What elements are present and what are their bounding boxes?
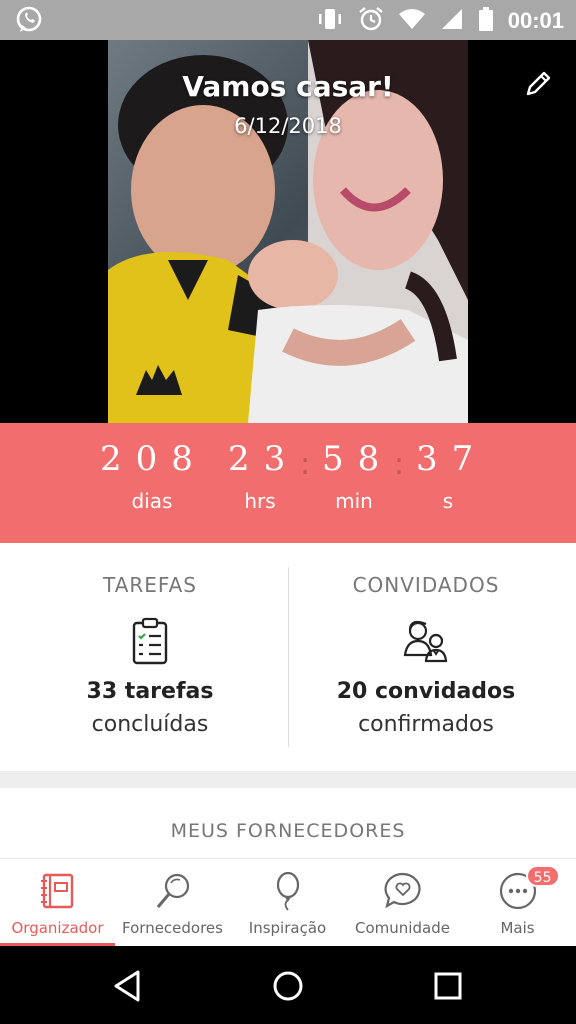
guests-title: CONVIDADOS [352, 573, 500, 597]
tasks-status: concluídas [91, 712, 209, 737]
vibrate-icon [316, 6, 344, 36]
battery-icon [478, 6, 494, 36]
tasks-count: 33 tarefas [86, 679, 214, 704]
status-bar: 00:01 [0, 0, 576, 40]
event-date: 6/12/2018 [234, 114, 342, 138]
minutes-label: min [335, 489, 373, 513]
guests-count: 20 convidados [336, 679, 516, 704]
days-label: dias [131, 489, 173, 513]
tasks-summary[interactable]: TAREFAS 33 tarefas concluídas [6, 543, 294, 771]
home-icon[interactable] [268, 966, 308, 1006]
wedding-countdown: 208 dias 23 hrs : 58 min : 37 s [0, 423, 576, 543]
nav-fornecedores[interactable]: Fornecedores [115, 859, 230, 947]
nav-label: Organizador [11, 919, 104, 937]
countdown-days: 208 dias [100, 439, 204, 513]
suppliers-section[interactable]: MEUS FORNECEDORES [0, 788, 576, 868]
separator-colon: : [394, 447, 405, 482]
nav-organizador[interactable]: Organizador [0, 859, 115, 947]
countdown-minutes: 58 min [322, 439, 386, 513]
wifi-icon [398, 7, 426, 35]
summary-card: TAREFAS 33 tarefas concluídas CONVIDADOS [0, 543, 576, 771]
screen: 00:01 Vamos casar! 6/12/2018 208 dias 23… [0, 0, 576, 1024]
edit-button[interactable] [522, 68, 554, 100]
clock-time: 00:01 [507, 8, 564, 33]
nav-label: Mais [500, 919, 535, 937]
more-icon: 55 [498, 865, 560, 911]
whatsapp-icon [14, 5, 44, 39]
countdown-seconds: 37 s [416, 439, 480, 513]
nav-comunidade[interactable]: Comunidade [345, 859, 460, 947]
signal-icon [440, 7, 464, 35]
event-title: Vamos casar! [182, 70, 394, 103]
countdown-hours: 23 hrs [228, 439, 292, 513]
system-navigation-bar [0, 946, 576, 1024]
hours-value: 23 [228, 439, 300, 479]
seconds-label: s [442, 489, 454, 513]
chat-heart-icon [383, 871, 423, 911]
nav-label: Fornecedores [122, 919, 223, 937]
pencil-icon [526, 71, 551, 96]
clipboard-icon [130, 617, 170, 665]
guests-summary[interactable]: CONVIDADOS 20 convidados confirmados [282, 543, 570, 771]
magnifier-icon [153, 871, 193, 911]
nav-label: Inspiração [248, 919, 327, 937]
minutes-value: 58 [322, 439, 394, 479]
recents-icon[interactable] [428, 966, 468, 1006]
notification-badge: 55 [525, 865, 560, 887]
nav-label: Comunidade [355, 919, 450, 937]
nav-mais[interactable]: 55 Mais [460, 859, 575, 947]
alarm-icon [358, 6, 384, 36]
guests-status: confirmados [358, 712, 494, 737]
days-value: 208 [100, 439, 207, 479]
balloon-icon [268, 871, 308, 911]
suppliers-title: MEUS FORNECEDORES [170, 820, 406, 842]
back-icon[interactable] [108, 966, 148, 1006]
couple-icon [402, 617, 450, 665]
seconds-value: 37 [416, 439, 488, 479]
hero-banner: Vamos casar! 6/12/2018 [0, 40, 576, 423]
nav-inspiracao[interactable]: Inspiração [230, 859, 345, 947]
hours-label: hrs [244, 489, 276, 513]
bottom-navigation: Organizador Fornecedores Inspiração Comu… [0, 858, 576, 947]
separator-colon: : [300, 447, 311, 482]
tasks-title: TAREFAS [103, 573, 197, 597]
planner-icon [38, 871, 78, 911]
